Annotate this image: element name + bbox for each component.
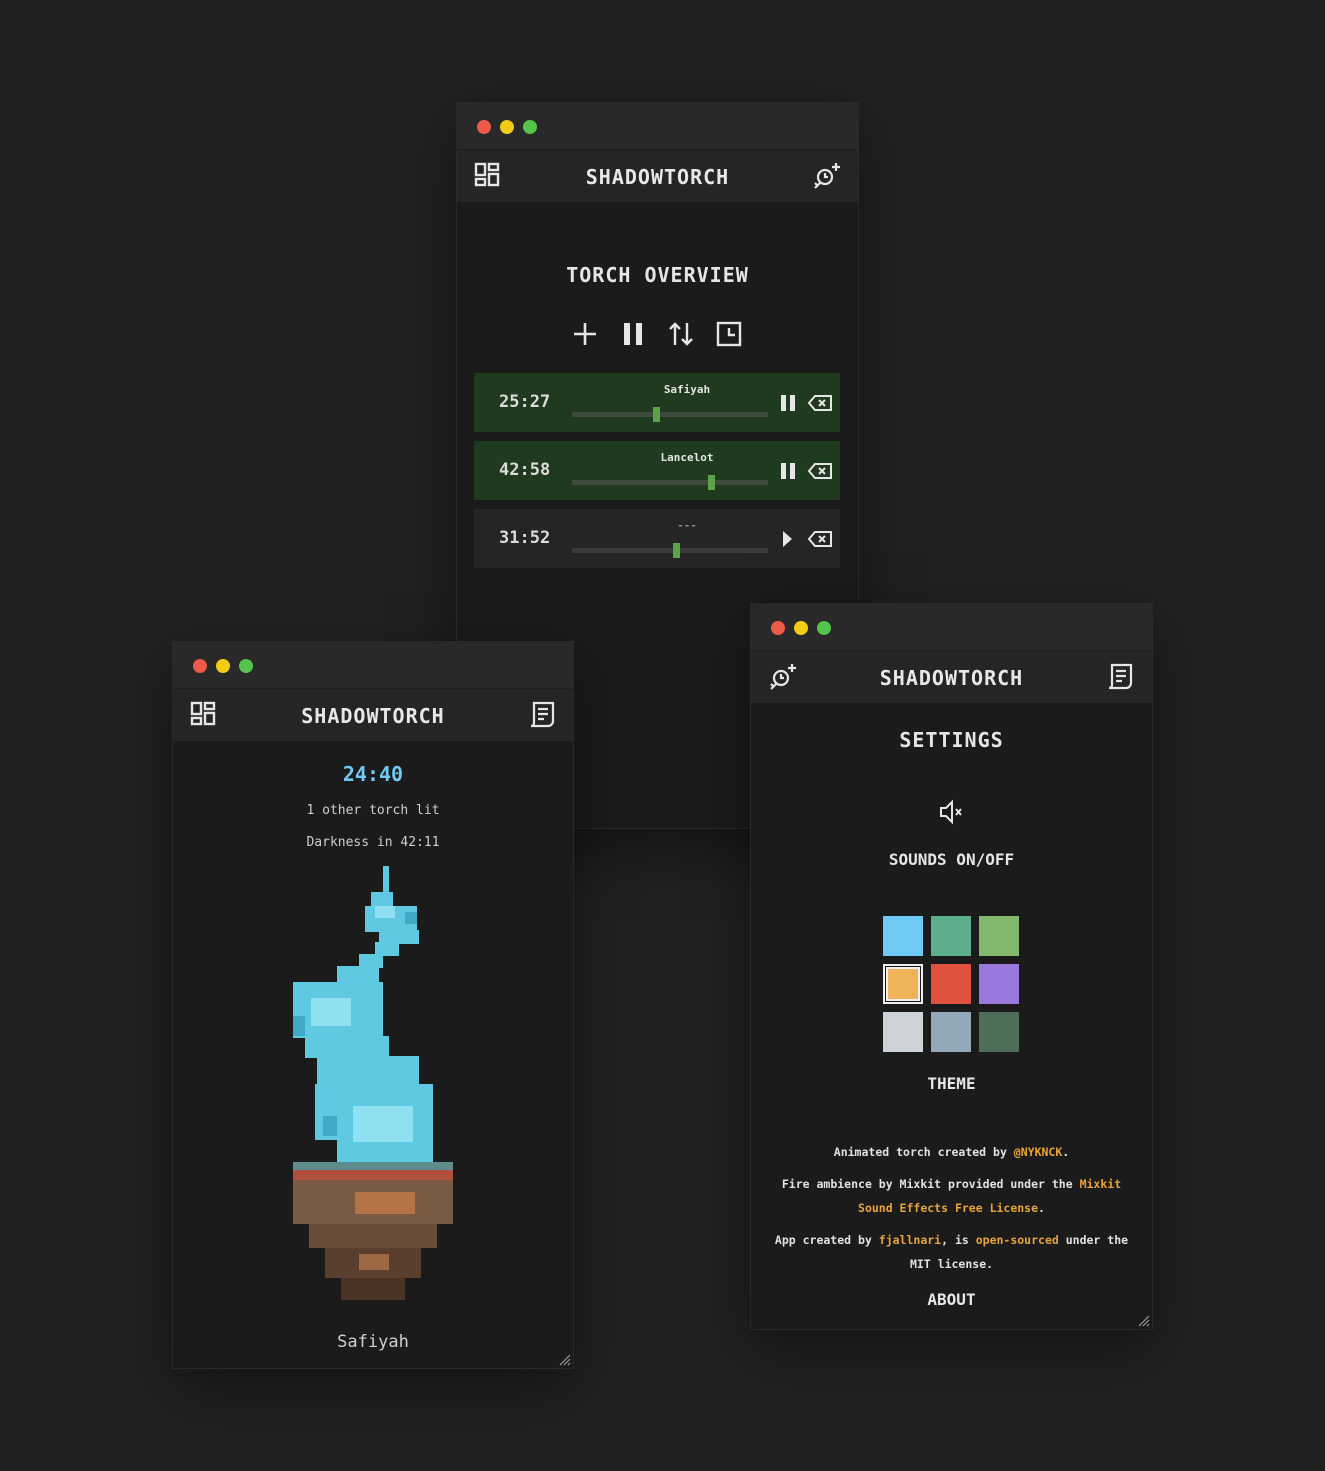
about-text-part: . xyxy=(1038,1201,1045,1215)
app-header: SHADOWTORCH xyxy=(173,688,573,741)
torch-name: Safiyah xyxy=(337,1332,409,1352)
torch-slider[interactable] xyxy=(572,475,768,490)
slider-thumb[interactable] xyxy=(653,407,660,422)
torch-timer: 24:40 xyxy=(342,762,404,786)
title-bar xyxy=(173,642,573,688)
theme-label: THEME xyxy=(927,1074,976,1093)
title-bar xyxy=(457,103,858,149)
theme-swatch[interactable] xyxy=(931,1012,971,1052)
theme-swatch[interactable] xyxy=(979,916,1019,956)
about-text-part: App created by xyxy=(774,1233,879,1247)
theme-swatch[interactable] xyxy=(931,916,971,956)
minimize-window-button[interactable] xyxy=(794,621,808,635)
pause-icon[interactable] xyxy=(777,460,799,482)
torch-time: 31:52 xyxy=(499,528,551,548)
about-text-part: , is xyxy=(941,1233,976,1247)
title-bar xyxy=(751,604,1152,650)
torch-row[interactable]: 25:27 Safiyah xyxy=(474,373,840,432)
pause-icon[interactable] xyxy=(621,321,647,347)
settings-window: SHADOWTORCH SETTINGS SOUNDS ON/OFF THEME… xyxy=(751,604,1152,1329)
sort-icon[interactable] xyxy=(668,321,694,347)
app-title: SHADOWTORCH xyxy=(879,666,1024,690)
torch-name: Lancelot xyxy=(660,451,714,464)
theme-swatch[interactable] xyxy=(979,1012,1019,1052)
slider-thumb[interactable] xyxy=(673,543,680,558)
clock-icon[interactable] xyxy=(716,321,742,347)
maximize-window-button[interactable] xyxy=(817,621,831,635)
torch-illustration[interactable] xyxy=(293,866,457,1316)
sounds-toggle-label[interactable]: SOUNDS ON/OFF xyxy=(751,850,1152,869)
play-icon[interactable] xyxy=(777,528,799,550)
fjallnari-link[interactable]: fjallnari xyxy=(879,1233,941,1247)
resize-handle-icon[interactable] xyxy=(559,1354,571,1366)
about-text: Animated torch created by @NYKNCK. Fire … xyxy=(751,1140,1152,1276)
nyknck-link[interactable]: @NYKNCK xyxy=(1014,1145,1062,1159)
delete-icon[interactable] xyxy=(807,460,833,482)
app-title: SHADOWTORCH xyxy=(585,165,730,189)
torch-slider[interactable] xyxy=(572,543,768,558)
pause-icon[interactable] xyxy=(777,392,799,414)
torch-slider[interactable] xyxy=(572,407,768,422)
about-text-part: . xyxy=(1062,1145,1070,1159)
theme-grid xyxy=(883,916,1021,1054)
speaker-muted-icon[interactable] xyxy=(937,798,965,826)
minimize-window-button[interactable] xyxy=(216,659,230,673)
maximize-window-button[interactable] xyxy=(239,659,253,673)
other-torches-text: 1 other torch lit xyxy=(306,803,440,818)
scroll-icon[interactable] xyxy=(1105,662,1135,692)
page-heading: TORCH OVERVIEW xyxy=(566,263,749,287)
close-window-button[interactable] xyxy=(477,120,491,134)
torch-row[interactable]: 31:52 --- xyxy=(474,509,840,568)
maximize-window-button[interactable] xyxy=(523,120,537,134)
page-heading: SETTINGS xyxy=(899,728,1004,752)
delete-icon[interactable] xyxy=(807,392,833,414)
theme-swatch[interactable] xyxy=(883,1012,923,1052)
torch-time: 25:27 xyxy=(499,392,551,412)
scroll-icon[interactable] xyxy=(527,700,557,730)
about-line: Animated torch created by @NYKNCK. xyxy=(773,1140,1130,1164)
about-text-part: Fire ambience by Mixkit provided under t… xyxy=(781,1177,1080,1191)
plus-icon[interactable] xyxy=(572,321,598,347)
close-window-button[interactable] xyxy=(193,659,207,673)
resize-handle-icon[interactable] xyxy=(1138,1315,1150,1327)
theme-swatch[interactable] xyxy=(979,964,1019,1004)
torch-name: --- xyxy=(677,519,697,532)
about-line: App created by fjallnari, is open-source… xyxy=(773,1228,1130,1276)
theme-swatch[interactable] xyxy=(931,964,971,1004)
about-text-part: Animated torch created by xyxy=(833,1145,1014,1159)
about-label: ABOUT xyxy=(927,1290,976,1309)
app-title: SHADOWTORCH xyxy=(301,704,445,728)
add-torch-icon[interactable] xyxy=(811,161,841,191)
torch-time: 42:58 xyxy=(499,460,551,480)
torch-name: Safiyah xyxy=(663,383,711,396)
close-window-button[interactable] xyxy=(771,621,785,635)
minimize-window-button[interactable] xyxy=(500,120,514,134)
app-header: SHADOWTORCH xyxy=(457,149,858,202)
torch-row[interactable]: 42:58 Lancelot xyxy=(474,441,840,500)
open-sourced-link[interactable]: open-sourced xyxy=(976,1233,1059,1247)
theme-swatch[interactable] xyxy=(883,916,923,956)
darkness-text: Darkness in 42:11 xyxy=(306,835,440,850)
about-line: Fire ambience by Mixkit provided under t… xyxy=(773,1172,1130,1220)
theme-swatch[interactable] xyxy=(883,964,923,1004)
delete-icon[interactable] xyxy=(807,528,833,550)
torch-window: SHADOWTORCH 24:40 1 other torch lit Dark… xyxy=(173,642,573,1368)
slider-thumb[interactable] xyxy=(708,475,715,490)
app-header: SHADOWTORCH xyxy=(751,650,1152,703)
